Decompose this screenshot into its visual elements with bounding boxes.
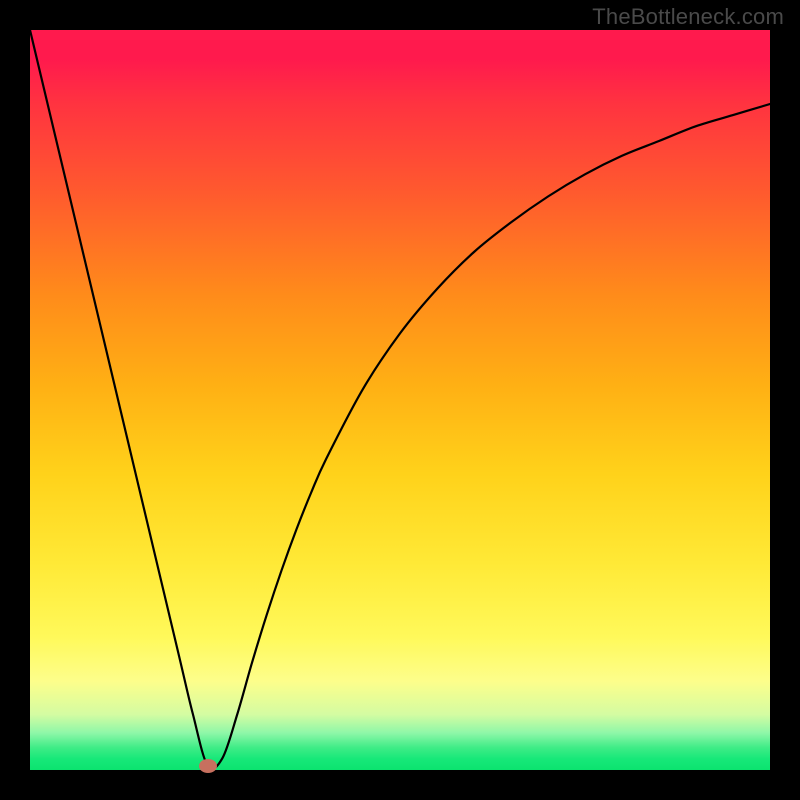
plot-area <box>30 30 770 770</box>
chart-frame: TheBottleneck.com <box>0 0 800 800</box>
watermark-text: TheBottleneck.com <box>592 4 784 30</box>
minimum-marker <box>199 759 217 773</box>
bottleneck-curve <box>30 30 770 770</box>
